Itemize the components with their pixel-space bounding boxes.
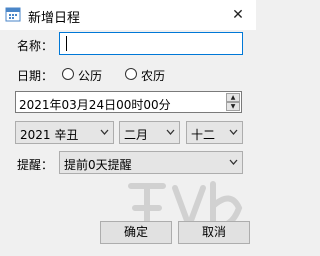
text-caret	[66, 36, 67, 51]
day-select[interactable]: 十二	[186, 121, 243, 144]
chevron-down-icon	[229, 159, 238, 165]
name-input[interactable]	[59, 32, 243, 55]
calendar-app-icon	[5, 7, 21, 22]
cancel-button[interactable]: 取消	[178, 221, 250, 244]
close-button[interactable]: ✕	[226, 4, 250, 26]
chevron-down-icon	[229, 129, 238, 135]
title-bar: 新增日程 ✕	[0, 0, 256, 30]
radio-lunar[interactable]	[125, 68, 137, 80]
chevron-down-icon	[100, 129, 109, 135]
datetime-spinner[interactable]: ▲ ▼	[226, 93, 240, 111]
radio-solar-label[interactable]: 公历	[78, 67, 102, 84]
month-select[interactable]: 二月	[119, 121, 180, 144]
reminder-select-value: 提前0天提醒	[64, 158, 132, 172]
month-select-value: 二月	[124, 128, 149, 142]
radio-solar[interactable]	[62, 68, 74, 80]
datetime-picker[interactable]: 2021年03月24日00时00分	[15, 91, 242, 113]
year-select-value: 2021 辛丑	[20, 128, 79, 142]
spin-up-icon[interactable]: ▲	[226, 93, 240, 102]
name-label: 名称：	[17, 39, 54, 53]
spin-down-icon[interactable]: ▼	[226, 102, 240, 111]
datetime-value: 2021年03月24日00时00分	[19, 98, 171, 112]
day-select-value: 十二	[191, 128, 216, 142]
year-select[interactable]: 2021 辛丑	[15, 121, 114, 144]
close-icon: ✕	[232, 7, 244, 23]
reminder-label: 提醒：	[17, 158, 54, 172]
window-title: 新增日程	[28, 11, 81, 26]
ok-button[interactable]: 确定	[100, 221, 172, 244]
chevron-down-icon	[166, 129, 175, 135]
date-label: 日期：	[17, 69, 54, 83]
radio-lunar-label[interactable]: 农历	[141, 67, 165, 84]
